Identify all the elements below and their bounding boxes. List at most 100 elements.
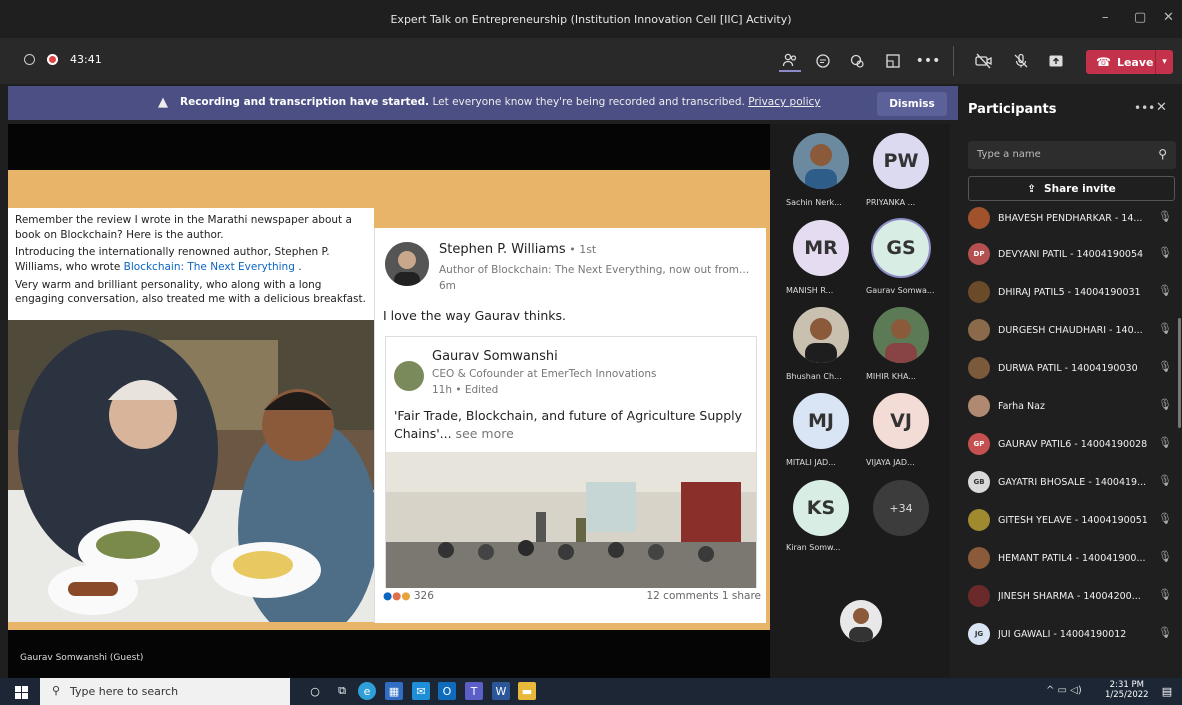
participant-row[interactable]: JG JUI GAWALI - 14004190012 🎙 [968,618,1174,650]
post-footer: ●●● 326 12 comments 1 share [383,590,761,602]
see-more-link[interactable]: see more [452,426,514,441]
post-line-3: Very warm and brilliant personality, who… [15,278,366,306]
mic-off-icon: 🎙 [1158,474,1172,487]
toolbar-divider [953,46,954,76]
mic-off-icon: 🎙 [1158,626,1172,639]
post-text: Remember the review I wrote in the Marat… [8,208,374,320]
privacy-policy-link[interactable]: Privacy policy [748,96,820,108]
rooms-icon[interactable] [882,50,904,72]
avatar [968,319,990,341]
linkedin-post-card: Stephen P. Williams • 1st Author of Bloc… [374,228,766,623]
author-name[interactable]: Stephen P. Williams • 1st [439,242,596,257]
participant-tile-2[interactable]: MR [793,220,849,276]
participant-row[interactable]: DURGESH CHAUDHARI - 140... 🎙 [968,314,1174,346]
panel-more-icon[interactable]: ••• [1134,101,1155,115]
window-title: Expert Talk on Entrepreneurship (Institu… [390,12,792,26]
participant-tile-6[interactable]: MJ [793,393,849,449]
avatar [968,509,990,531]
title-bar: Expert Talk on Entrepreneurship (Institu… [0,0,1182,38]
more-participants-tile[interactable]: +34 [873,480,929,536]
reactions-icon[interactable] [846,50,868,72]
comments-shares[interactable]: 12 comments 1 share [646,590,761,602]
mic-off-icon: 🎙 [1158,322,1172,335]
edge-icon[interactable]: e [358,682,376,700]
mic-off-icon: 🎙 [1158,210,1172,223]
task-view-icon[interactable]: ⧉ [333,682,351,700]
panel-title: Participants [968,102,1057,117]
leave-button[interactable]: ☎ Leave ▾ [1086,50,1173,74]
minimize-icon[interactable]: – [1102,10,1109,25]
participant-tile-4[interactable] [793,307,849,363]
camera-off-icon[interactable] [973,50,995,72]
participant-tile-7[interactable]: VJ [873,393,929,449]
inner-post-time: 11h • Edited [432,384,499,396]
mic-off-icon: 🎙 [1158,246,1172,259]
participant-row[interactable]: DP DEVYANI PATIL - 14004190054 🎙 [968,238,1174,270]
participant-row[interactable]: JINESH SHARMA - 14004200... 🎙 [968,580,1174,612]
author-name-text: Stephen P. Williams [439,242,566,257]
participant-row[interactable]: DHIRAJ PATIL5 - 14004190031 🎙 [968,276,1174,308]
share-invite-button[interactable]: ⇪ Share invite [968,176,1175,201]
mic-off-icon[interactable] [1010,50,1032,72]
teams-icon[interactable]: T [465,682,483,700]
participant-row[interactable]: BHAVESH PENDHARKAR - 14... 🎙 [968,204,1174,234]
chat-icon[interactable] [812,50,834,72]
maximize-icon[interactable]: ▢ [1134,10,1146,25]
participants-icon[interactable] [779,50,801,72]
participant-tile-5[interactable] [873,307,929,363]
self-video-tile[interactable] [840,600,882,642]
participant-row[interactable]: GB GAYATRI BHOSALE - 1400419... 🎙 [968,466,1174,498]
inner-quote: 'Fair Trade, Blockchain, and future of A… [394,408,742,441]
participant-row-name: DURGESH CHAUDHARI - 140... [998,324,1143,336]
participant-row[interactable]: GITESH YELAVE - 14004190051 🎙 [968,504,1174,536]
windows-start-icon[interactable] [12,683,30,701]
file-explorer-icon[interactable]: ▬ [518,682,536,700]
banner-text: Recording and transcription have started… [180,96,820,108]
participant-tile-0[interactable] [793,133,849,189]
phone-hangup-icon: ☎ [1096,55,1111,69]
store-icon[interactable]: ▦ [385,682,403,700]
cortana-icon[interactable]: ○ [306,682,324,700]
post-line-1: Remember the review I wrote in the Marat… [15,214,352,241]
post-line-2-b: . [294,261,302,274]
participant-tile-1[interactable]: PW [873,133,929,189]
clock-time: 2:31 PM [1109,680,1144,690]
meeting-toolbar: 43:41 ••• [0,38,1182,84]
book-link[interactable]: Blockchain: The Next Everything [124,261,295,273]
avatar [968,357,990,379]
word-icon[interactable]: W [492,682,510,700]
participant-row-name: Farha Naz [998,400,1045,412]
post-time: 6m [439,280,456,292]
system-tray-icons[interactable]: ^ ▭ ◁) [1046,685,1082,696]
participant-row-name: JINESH SHARMA - 14004200... [998,590,1141,602]
notifications-icon[interactable]: ▤ [1158,682,1176,700]
participant-row[interactable]: Farha Naz 🎙 [968,390,1174,422]
panel-scrollbar[interactable] [1178,318,1181,428]
avatar [968,281,990,303]
participant-row[interactable]: DURWA PATIL - 14004190030 🎙 [968,352,1174,384]
mail-icon[interactable]: ✉ [412,682,430,700]
leave-dropdown-chevron-icon[interactable]: ▾ [1155,50,1173,74]
more-options-icon[interactable]: ••• [916,50,941,72]
share-screen-icon[interactable] [1045,50,1067,72]
mic-off-icon: 🎙 [1158,512,1172,525]
inner-author-name[interactable]: Gaurav Somwanshi [432,349,558,364]
mic-off-icon: 🎙 [1158,360,1172,373]
panel-close-icon[interactable]: ✕ [1156,100,1167,115]
taskbar-search-input[interactable]: ⚲ Type here to search [40,678,290,705]
outlook-icon[interactable]: O [438,682,456,700]
clock-date: 1/25/2022 [1105,690,1149,701]
reaction-count[interactable]: 326 [414,590,434,602]
participant-row[interactable]: GP GAURAV PATIL6 - 14004190028 🎙 [968,428,1174,460]
participant-row[interactable]: HEMANT PATIL4 - 140041900... 🎙 [968,542,1174,574]
share-icon: ⇪ [1027,182,1037,195]
taskbar-clock[interactable]: 2:31 PM 1/25/2022 [1105,680,1149,700]
participant-search-input[interactable]: Type a name ⚲ [968,141,1176,169]
participant-tile-3[interactable]: GS [873,220,929,276]
close-icon[interactable]: ✕ [1163,10,1174,25]
search-placeholder: Type a name [977,149,1041,160]
participant-tile-8[interactable]: KS [793,480,849,536]
connection-degree: • 1st [565,243,597,256]
dismiss-button[interactable]: Dismiss [877,92,947,116]
mic-off-icon: 🎙 [1158,284,1172,297]
